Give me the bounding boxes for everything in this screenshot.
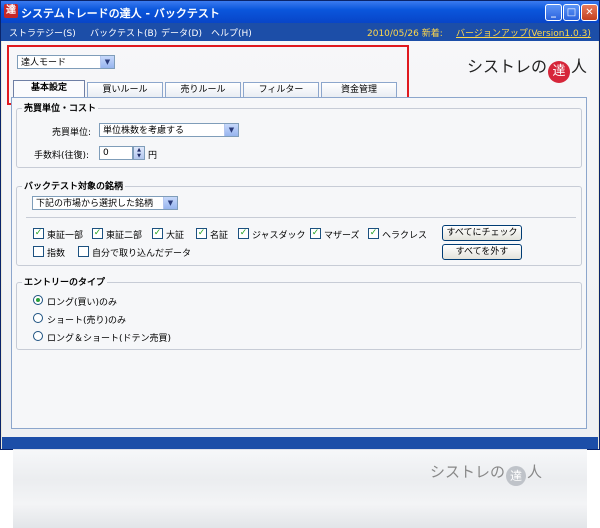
- uncheck-all-button[interactable]: すべてを外す: [442, 244, 522, 260]
- menu-strategy[interactable]: ストラテジー(S): [9, 26, 76, 39]
- radio-short-only[interactable]: [33, 313, 43, 323]
- checkbox-tse2[interactable]: ✓: [92, 228, 103, 239]
- watermark-logo: シストレの達人: [430, 461, 542, 486]
- radio-long-short[interactable]: [33, 331, 43, 341]
- unit-label: 売買単位:: [52, 128, 92, 138]
- market-label-tse2: 東証二部: [106, 231, 143, 241]
- market-label-hercules: ヘラクレス: [382, 231, 428, 241]
- close-button[interactable]: ✕: [581, 4, 598, 21]
- stocks-group-title: バックテスト対象の銘柄: [22, 179, 126, 192]
- menu-backtest[interactable]: バックテスト(B): [90, 26, 157, 39]
- option-label-long-short: ロング＆ショート(ドテン売買): [47, 334, 172, 344]
- mountain-mist-background: [13, 448, 587, 528]
- checkbox-hercules[interactable]: ✓: [368, 228, 379, 239]
- extra-label-index: 指数: [47, 249, 66, 259]
- maximize-button[interactable]: □: [563, 4, 580, 21]
- market-label-ose: 大証: [166, 231, 185, 241]
- minimize-button[interactable]: _: [545, 4, 562, 21]
- fee-input[interactable]: 0: [99, 146, 133, 160]
- stocks-select[interactable]: 下記の市場から選択した銘柄 ▼: [32, 196, 178, 210]
- checkbox-mothers[interactable]: ✓: [310, 228, 321, 239]
- app-window: 達 システムトレードの達人 - バックテスト _ □ ✕ ストラテジー(S) バ…: [0, 0, 600, 528]
- menu-help[interactable]: ヘルプ(H): [211, 26, 252, 39]
- cost-group-title: 売買単位・コスト: [22, 101, 99, 114]
- title-bar[interactable]: 達 システムトレードの達人 - バックテスト _ □ ✕: [1, 1, 599, 23]
- update-notice-date: 2010/05/26 新着:: [367, 29, 443, 39]
- watermark-text-post: 人: [527, 463, 543, 481]
- logo-seal: 達: [548, 61, 571, 83]
- watermark-text-pre: シストレの: [430, 463, 506, 481]
- checkbox-jasdaq[interactable]: ✓: [238, 228, 249, 239]
- highlight-box: [7, 45, 409, 105]
- app-icon: 達: [4, 4, 18, 18]
- settings-panel: シストレの達人 売買単位・コスト 売買単位: 単位株数を考慮する ▼ 手数料(往…: [11, 97, 587, 528]
- stocks-divider: [26, 217, 576, 218]
- checkbox-index[interactable]: [33, 246, 44, 257]
- entry-group-title: エントリーのタイプ: [22, 275, 108, 288]
- chevron-down-icon: ▼: [224, 124, 238, 136]
- extra-label-own-data: 自分で取り込んだデータ: [92, 249, 192, 259]
- checkbox-own-data[interactable]: [78, 246, 89, 257]
- menu-bar: ストラテジー(S) バックテスト(B) データ(D) ヘルプ(H) 2010/0…: [1, 23, 599, 41]
- logo-text-pre: シストレの: [467, 57, 548, 76]
- update-notice-link[interactable]: バージョンアップ(Version1.0.3): [456, 26, 591, 39]
- market-label-nse: 名証: [210, 231, 229, 241]
- checkbox-ose[interactable]: ✓: [152, 228, 163, 239]
- stocks-select-value: 下記の市場から選択した銘柄: [36, 199, 154, 209]
- watermark-seal: 達: [506, 466, 527, 486]
- radio-long-only[interactable]: [33, 295, 43, 305]
- checkbox-tse1[interactable]: ✓: [33, 228, 44, 239]
- brand-logo: シストレの達人: [467, 53, 587, 83]
- option-label-short: ショート(売り)のみ: [47, 316, 127, 326]
- checkbox-nse[interactable]: ✓: [196, 228, 207, 239]
- logo-text-post: 人: [571, 57, 588, 76]
- check-all-button[interactable]: すべてにチェック: [442, 225, 522, 241]
- fee-label: 手数料(往復):: [34, 151, 90, 161]
- unit-select[interactable]: 単位株数を考慮する ▼: [99, 123, 239, 137]
- market-label-mothers: マザーズ: [324, 231, 360, 241]
- status-bar: [2, 437, 598, 449]
- menu-data[interactable]: データ(D): [161, 26, 202, 39]
- window-title: システムトレードの達人 - バックテスト: [21, 7, 220, 20]
- spinner-icon[interactable]: ▲ ▼: [133, 146, 145, 160]
- fee-unit: 円: [148, 151, 158, 161]
- option-label-long: ロング(買い)のみ: [47, 298, 118, 308]
- unit-select-value: 単位株数を考慮する: [103, 126, 185, 136]
- chevron-down-icon: ▼: [163, 197, 177, 209]
- market-label-jasdaq: ジャスダック: [252, 231, 306, 241]
- market-label-tse1: 東証一部: [47, 231, 84, 241]
